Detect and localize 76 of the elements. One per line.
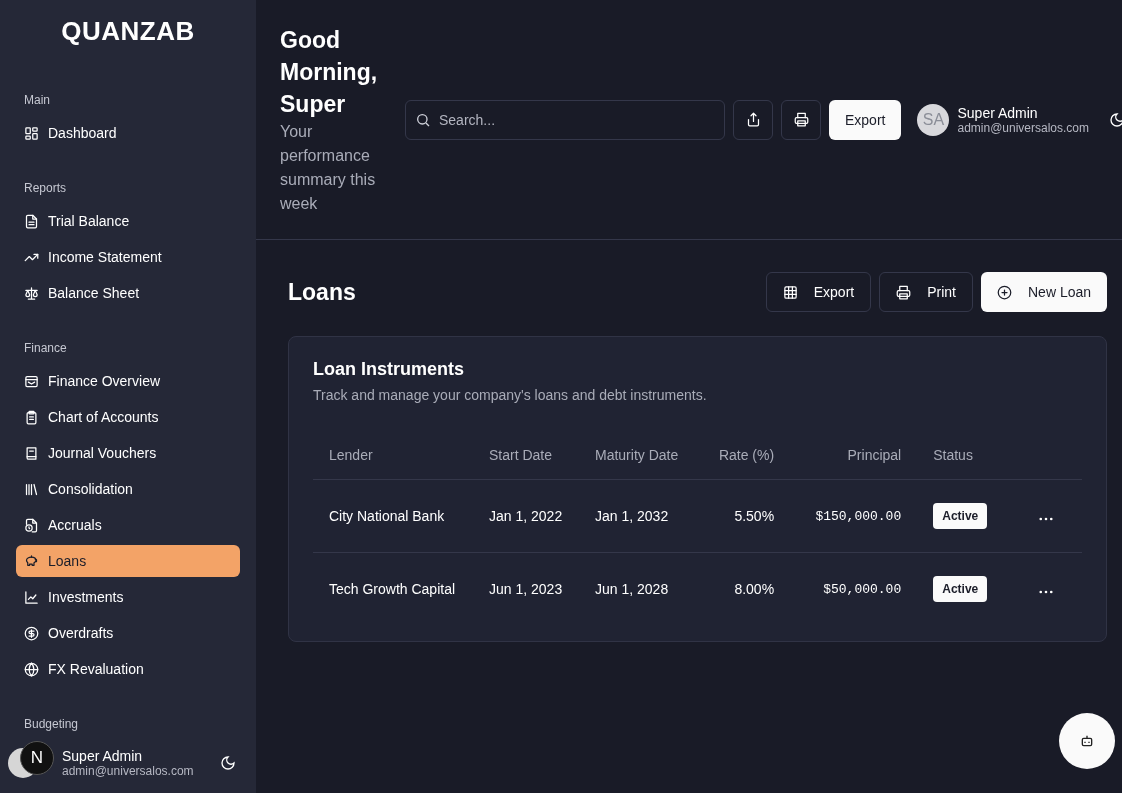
- sidebar-item[interactable]: Accruals: [16, 509, 240, 541]
- clipboard-icon: [24, 409, 39, 425]
- sidebar-item[interactable]: Overdrafts: [16, 617, 240, 649]
- upload-icon: [745, 112, 761, 127]
- table-cell: Jan 1, 2032: [579, 479, 696, 553]
- sidebar-item[interactable]: Income Statement: [16, 241, 240, 273]
- document-icon: [24, 213, 39, 229]
- status-badge: Active: [933, 576, 988, 602]
- section-label: Reports: [23, 181, 68, 197]
- dollar-circle-icon: [24, 625, 39, 641]
- user-email: admin@universalos.com: [62, 764, 194, 778]
- sidebar-item[interactable]: Dashboard: [16, 117, 240, 149]
- column-header: Status: [917, 431, 1011, 480]
- moon-icon[interactable]: [220, 755, 236, 771]
- table-cell: Jun 1, 2028: [579, 552, 696, 625]
- sidebar-item[interactable]: Trial Balance: [16, 205, 240, 237]
- moon-icon[interactable]: [1109, 111, 1122, 128]
- search-field[interactable]: Search...: [405, 99, 725, 140]
- sidebar-item[interactable]: Balance Sheet: [16, 277, 240, 309]
- sidebar-item[interactable]: Journal Vouchers: [16, 437, 240, 469]
- line-chart-icon: [24, 589, 39, 605]
- table-cell: 5.50%: [696, 479, 791, 553]
- more-dots-icon: [1039, 516, 1054, 521]
- globe-icon: [24, 661, 39, 677]
- dev-badge[interactable]: N: [20, 741, 54, 775]
- column-header: Principal: [790, 431, 918, 480]
- printer-icon: [896, 284, 912, 300]
- search-icon: [415, 111, 431, 128]
- sidebar-item[interactable]: Consolidation: [16, 473, 240, 505]
- card-description: Track and manage your company's loans and debt instruments.: [313, 387, 708, 403]
- card-title: Loan Instruments: [313, 359, 465, 380]
- sidebar-item[interactable]: Finance Overview: [16, 365, 240, 397]
- table-cell: $50,000.00: [790, 552, 918, 625]
- printer-icon: [793, 112, 809, 127]
- section-label: Main: [23, 93, 51, 109]
- export-button[interactable]: Export: [829, 99, 902, 140]
- print-button[interactable]: [781, 99, 821, 140]
- plus-circle-icon: [997, 284, 1012, 300]
- more-dots-icon: [1039, 589, 1054, 594]
- greeting-title: Good Morning, Super: [280, 25, 379, 119]
- user-email: admin@universalos.com: [957, 120, 1090, 135]
- avatar: SA: [917, 103, 950, 136]
- notebook-icon: [24, 445, 39, 461]
- tray-icon: [24, 373, 39, 389]
- share-button[interactable]: [733, 99, 773, 140]
- sidebar-item[interactable]: Investments: [16, 581, 240, 613]
- user-name: Super Admin: [957, 104, 1039, 121]
- table-cell: $150,000.00: [790, 479, 918, 553]
- section-label: Finance: [23, 341, 68, 357]
- action-button[interactable]: Print: [879, 272, 973, 312]
- column-header: Maturity Date: [579, 431, 696, 480]
- piggy-bank-icon: [24, 553, 39, 569]
- section-label: Budgeting: [23, 717, 80, 733]
- table-cell: Jan 1, 2022: [473, 479, 579, 553]
- action-button[interactable]: Export: [765, 272, 872, 312]
- status-badge: Active: [933, 503, 988, 529]
- table-cell: Tech Growth Capital: [313, 552, 473, 625]
- table-icon: [782, 284, 798, 300]
- sidebar-item[interactable]: Chart of Accounts: [16, 401, 240, 433]
- sidebar-item[interactable]: Loans: [16, 545, 240, 577]
- brand-logo: QUANZAB: [60, 15, 196, 48]
- book-spines-icon: [24, 481, 39, 497]
- sidebar-item[interactable]: FX Revaluation: [16, 653, 240, 685]
- new-loan-button[interactable]: New Loan: [981, 272, 1108, 312]
- table-cell: City National Bank: [313, 479, 473, 553]
- page-title: Loans: [288, 278, 356, 306]
- greeting-subtitle: Your performance summary this week: [280, 121, 377, 214]
- document-clock-icon: [24, 517, 39, 533]
- column-header: Rate (%): [696, 431, 791, 480]
- table-cell: Jun 1, 2023: [473, 552, 579, 625]
- user-name: Super Admin: [62, 748, 144, 764]
- table-cell: 8.00%: [696, 552, 791, 625]
- column-header: Lender: [313, 431, 473, 480]
- dashboard-grid-icon: [24, 125, 39, 141]
- scale-icon: [24, 285, 39, 301]
- column-header: Start Date: [473, 431, 579, 480]
